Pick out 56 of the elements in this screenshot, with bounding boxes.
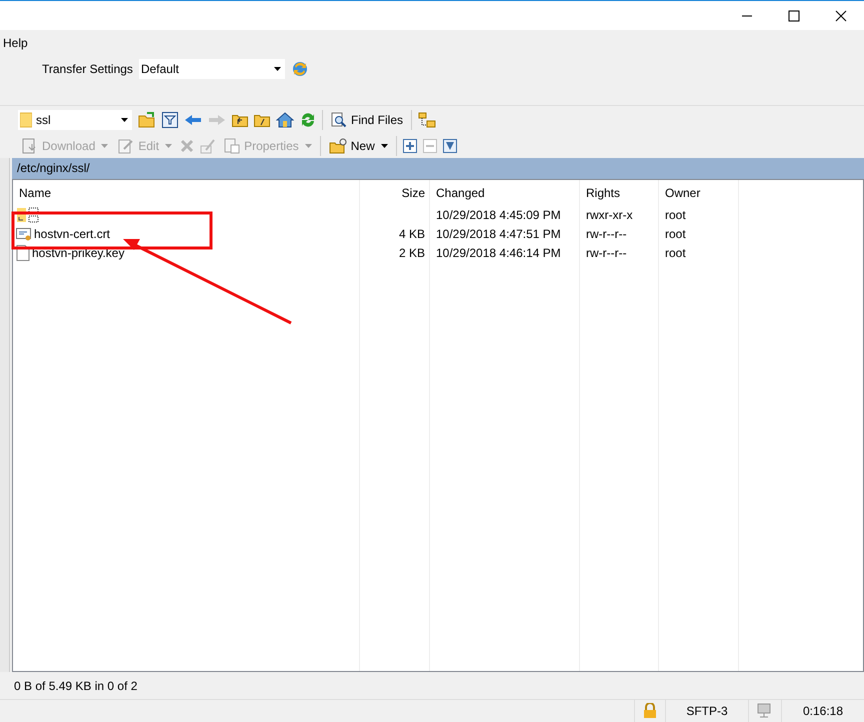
caret-icon [304,144,312,148]
filter-icon[interactable] [162,112,178,128]
plus-icon[interactable] [402,138,417,152]
file-owner: root [659,224,739,243]
certificate-icon [16,226,32,242]
caret-icon[interactable] [274,67,281,71]
globe-sync-icon[interactable] [290,60,309,78]
folder-icon [20,112,32,128]
caret-icon [380,144,388,148]
file-rights: rw-r--r-- [580,224,659,243]
caret-icon [165,144,172,148]
column-header[interactable]: Owner [659,180,739,205]
changed-date: 10/29/2018 4:45:09 PM [430,205,580,224]
file-rights: rw-r--r-- [580,243,659,262]
download-icon [22,138,38,154]
file-owner: root [659,205,739,224]
close-button[interactable] [835,10,847,22]
protocol-status: SFTP-3 [665,700,748,722]
column-header[interactable]: Changed [430,180,580,205]
column-header[interactable]: Size [360,180,430,205]
location-dropdown[interactable]: ssl [18,110,132,130]
open-folder-icon[interactable] [138,112,156,128]
file-size: 4 KB [398,228,425,240]
caret-icon[interactable] [121,118,128,122]
computer-icon [757,703,773,719]
folder-tree-icon[interactable] [418,112,436,128]
parent-folder-icon[interactable] [232,112,248,126]
path-bar: /etc/nginx/ssl/ [12,158,864,179]
filter-down-icon[interactable] [442,138,457,152]
new-button[interactable]: New [326,138,390,154]
file-owner: root [659,243,739,262]
file-size: 2 KB [398,246,425,258]
menu-item[interactable]: Help [3,36,28,50]
column-header[interactable]: Name [13,180,360,205]
changed-date: 10/29/2018 4:47:51 PM [430,224,580,243]
selection-status: 0 B of 5.49 KB in 0 of 2 [14,678,138,692]
new-folder-icon [328,138,347,154]
back-arrow-icon[interactable] [184,114,202,126]
root-folder-icon[interactable] [254,112,270,126]
file-name[interactable]: hostvn-prikey.key [32,246,124,258]
pencil-icon [118,138,134,154]
session-time: 0:16:18 [781,700,864,722]
file-rights: rwxr-xr-x [580,205,659,224]
maximize-button[interactable] [788,10,800,22]
search-icon [331,112,347,128]
file-name[interactable]: hostvn-cert.crt [34,228,110,240]
caret-icon [101,144,108,148]
find-files-button[interactable]: Find Files [329,112,406,128]
column-header[interactable]: Rights [580,180,659,205]
lock-icon [643,703,657,719]
changed-date: 10/29/2018 4:46:14 PM [430,243,580,262]
transfer-settings-label: Transfer Settings [42,62,133,76]
refresh-icon[interactable] [300,112,316,128]
home-icon[interactable] [276,112,294,128]
properties-icon [224,138,240,154]
transfer-settings-dropdown[interactable]: Default [138,59,285,79]
